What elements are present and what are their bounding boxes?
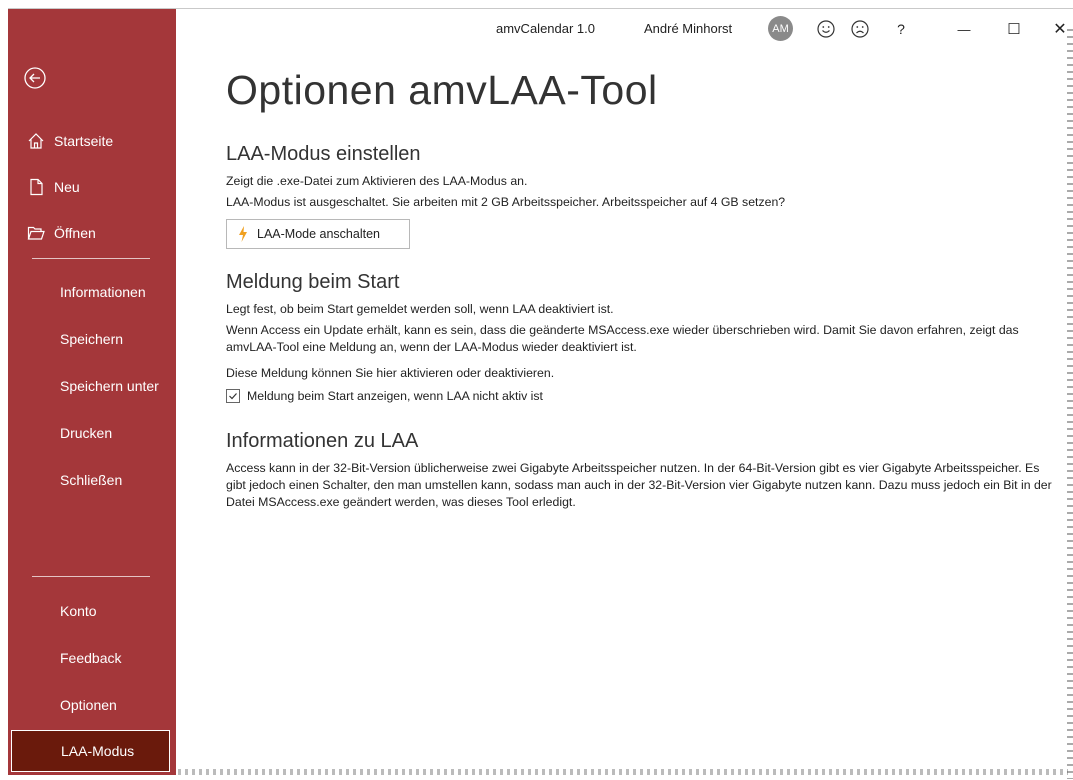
title-bar: amvCalendar 1.0 André Minhorst AM ? — ☐ … — [176, 9, 1073, 49]
startup-message-checkbox[interactable]: Meldung beim Start anzeigen, wenn LAA ni… — [226, 389, 543, 403]
sidebar-item-speichern[interactable]: Speichern — [8, 318, 176, 360]
sidebar-item-label: Öffnen — [54, 225, 96, 241]
sidebar-item-label: Startseite — [54, 133, 114, 149]
laa-info-text: Access kann in der 32-Bit-Version üblich… — [226, 461, 1052, 509]
sidebar-item-laa-modus[interactable]: LAA-Modus — [11, 730, 170, 772]
button-label: LAA-Mode anschalten — [257, 227, 380, 241]
sidebar-item-speichern-unter[interactable]: Speichern unter — [8, 365, 176, 407]
laa-mode-on-button[interactable]: LAA-Mode anschalten — [226, 219, 410, 249]
smile-feedback-icon[interactable] — [812, 15, 840, 43]
sidebar-item-label: Speichern unter — [60, 378, 159, 394]
avatar[interactable]: AM — [768, 16, 793, 41]
back-button[interactable] — [22, 65, 48, 91]
sidebar-item-schliessen[interactable]: Schließen — [8, 459, 176, 501]
sidebar-item-label: Informationen — [60, 284, 146, 300]
sidebar-item-label: Feedback — [60, 650, 122, 666]
open-folder-icon — [26, 223, 46, 243]
section-description: Legt fest, ob beim Start gemeldet werden… — [226, 302, 614, 316]
laa-status-text: LAA-Modus ist ausgeschaltet. Sie arbeite… — [226, 195, 786, 209]
new-file-icon — [26, 177, 46, 197]
page-title: Optionen amvLAA-Tool — [226, 67, 658, 113]
backstage-window: Startseite Neu Öffnen Informationen Spei… — [8, 8, 1073, 779]
sidebar-item-drucken[interactable]: Drucken — [8, 412, 176, 454]
lightning-icon — [239, 226, 247, 242]
sidebar: Startseite Neu Öffnen Informationen Spei… — [8, 9, 176, 775]
sidebar-item-neu[interactable]: Neu — [8, 167, 176, 207]
minimize-button[interactable]: — — [950, 15, 978, 43]
sidebar-item-label: Neu — [54, 179, 80, 195]
window-edge — [178, 769, 1068, 775]
sidebar-item-label: Drucken — [60, 425, 113, 441]
help-button[interactable]: ? — [887, 15, 915, 43]
sidebar-divider — [32, 576, 150, 577]
sidebar-item-startseite[interactable]: Startseite — [8, 121, 176, 161]
sidebar-item-label: Schließen — [60, 472, 123, 488]
app-title: amvCalendar 1.0 — [496, 21, 595, 36]
sidebar-item-label: LAA-Modus — [61, 743, 135, 759]
section-description: Diese Meldung können Sie hier aktivieren… — [226, 366, 555, 380]
section-heading-laa-mode: LAA-Modus einstellen — [226, 143, 421, 165]
user-name[interactable]: André Minhorst — [644, 21, 732, 36]
section-heading-startup-message: Meldung beim Start — [226, 271, 400, 293]
back-arrow-icon — [24, 67, 46, 89]
section-heading-laa-info: Informationen zu LAA — [226, 430, 419, 452]
maximize-button[interactable]: ☐ — [1000, 15, 1028, 43]
sidebar-item-label: Speichern — [60, 331, 124, 347]
checkbox-label: Meldung beim Start anzeigen, wenn LAA ni… — [247, 389, 543, 403]
sidebar-item-feedback[interactable]: Feedback — [8, 637, 176, 679]
section-description: Wenn Access ein Update erhält, kann es s… — [226, 323, 1019, 354]
home-icon — [26, 131, 46, 151]
checkbox-box[interactable] — [226, 389, 240, 403]
sidebar-divider — [32, 258, 150, 259]
sidebar-item-oeffnen[interactable]: Öffnen — [8, 213, 176, 253]
sidebar-item-label: Optionen — [60, 697, 117, 713]
sidebar-item-label: Konto — [60, 603, 97, 619]
checkmark-icon — [229, 393, 237, 400]
sidebar-item-informationen[interactable]: Informationen — [8, 271, 176, 313]
window-edge — [1067, 29, 1073, 779]
frown-feedback-icon[interactable] — [846, 15, 874, 43]
sidebar-item-optionen[interactable]: Optionen — [8, 684, 176, 726]
sidebar-item-konto[interactable]: Konto — [8, 590, 176, 632]
section-description: Zeigt die .exe-Datei zum Aktivieren des … — [226, 174, 528, 188]
